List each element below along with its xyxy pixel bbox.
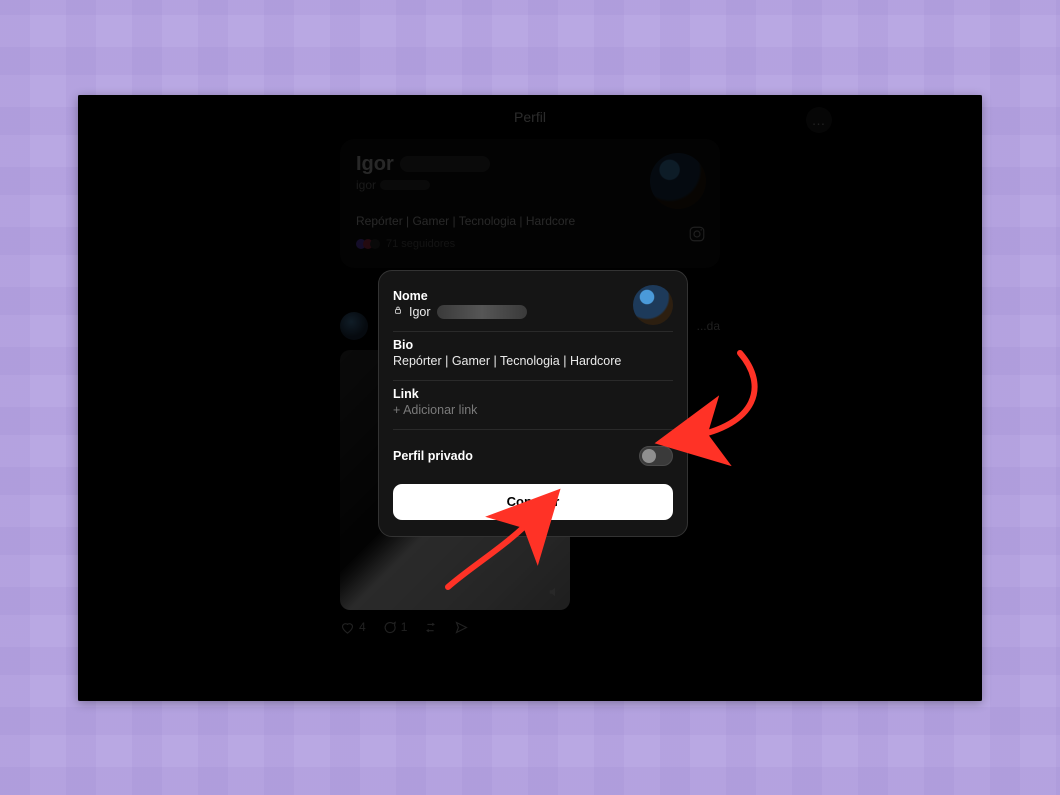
private-profile-label: Perfil privado [393,449,473,463]
private-profile-row: Perfil privado [393,430,673,470]
bio-field[interactable]: Bio Repórter | Gamer | Tecnologia | Hard… [393,332,673,381]
link-label: Link [393,387,673,401]
link-placeholder: + Adicionar link [393,403,673,417]
link-field[interactable]: Link + Adicionar link [393,381,673,430]
edit-profile-modal: Nome Igor Bio Repórter | Gamer | Tecnolo… [378,270,688,537]
done-button[interactable]: Concluir [393,484,673,520]
private-profile-toggle[interactable] [639,446,673,466]
toggle-knob [642,449,656,463]
bio-value: Repórter | Gamer | Tecnologia | Hardcore [393,354,621,368]
modal-avatar[interactable] [633,285,673,325]
redaction-smudge [437,305,527,319]
lock-icon [393,305,403,318]
bio-label: Bio [393,338,673,352]
screenshot-canvas: Perfil … Igor igor Repórter | Gamer | Te… [78,95,982,701]
name-value: Igor [409,305,431,319]
name-field[interactable]: Nome Igor [393,283,673,332]
page-frame: Perfil … Igor igor Repórter | Gamer | Te… [0,0,1060,795]
name-label: Nome [393,289,673,303]
